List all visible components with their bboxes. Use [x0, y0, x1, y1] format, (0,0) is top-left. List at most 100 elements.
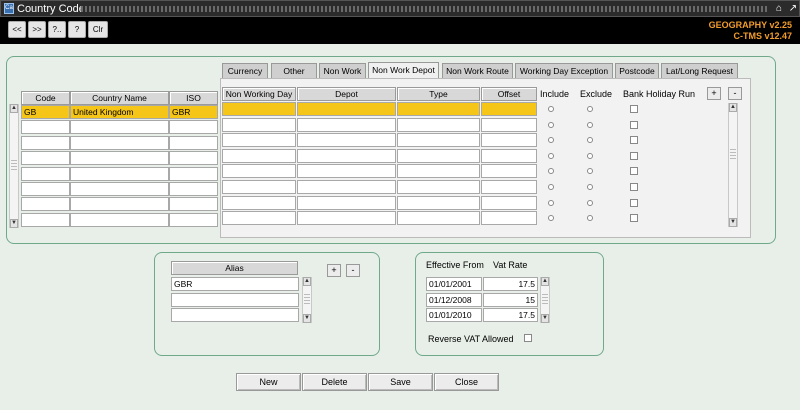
vat-rate-cell[interactable]: 17.5: [483, 308, 538, 322]
non-working-day-cell[interactable]: [222, 117, 296, 132]
type-cell[interactable]: [397, 195, 480, 210]
tab-non-work-depot[interactable]: Non Work Depot: [368, 62, 439, 78]
country-iso-cell[interactable]: [169, 151, 218, 166]
title-bar-grip[interactable]: [81, 6, 767, 12]
offset-cell[interactable]: [481, 164, 537, 179]
non-working-day-cell[interactable]: [222, 211, 296, 226]
scroll-up-icon[interactable]: ▲: [303, 277, 311, 286]
country-name-cell[interactable]: [70, 197, 169, 212]
offset-cell[interactable]: [481, 133, 537, 148]
close-button[interactable]: Close: [434, 373, 499, 391]
country-iso-cell[interactable]: [169, 166, 218, 181]
scroll-up-icon[interactable]: ▲: [10, 104, 18, 113]
save-button[interactable]: Save: [368, 373, 433, 391]
depot-cell[interactable]: [297, 148, 396, 163]
remove-alias-button[interactable]: -: [346, 264, 360, 277]
country-code-cell[interactable]: [21, 135, 70, 150]
scroll-up-icon[interactable]: ▲: [541, 277, 549, 286]
effective-from-cell[interactable]: 01/01/2001: [426, 277, 482, 291]
scroll-down-icon[interactable]: ▼: [303, 314, 311, 323]
tab-lat-long-request[interactable]: Lat/Long Request: [661, 63, 738, 78]
vat-scrollbar[interactable]: ▲ ▼: [540, 277, 550, 323]
country-code-cell[interactable]: [21, 212, 70, 227]
bank-holiday-run-checkbox[interactable]: [630, 120, 638, 129]
restore-icon[interactable]: ⌂: [773, 2, 785, 15]
non-working-day-cell[interactable]: [222, 102, 296, 116]
depot-cell[interactable]: [297, 133, 396, 148]
scroll-grip[interactable]: [542, 294, 548, 304]
bank-holiday-run-checkbox[interactable]: [630, 167, 638, 176]
query-button[interactable]: ?..: [48, 21, 66, 38]
depot-cell[interactable]: [297, 195, 396, 210]
depot-cell[interactable]: [297, 117, 396, 132]
exclude-radio[interactable]: [587, 121, 593, 128]
country-grid-scrollbar[interactable]: ▲ ▼: [9, 104, 19, 228]
country-iso-cell[interactable]: [169, 212, 218, 227]
add-alias-button[interactable]: +: [327, 264, 341, 277]
type-cell[interactable]: [397, 117, 480, 132]
offset-cell[interactable]: [481, 148, 537, 163]
offset-cell[interactable]: [481, 117, 537, 132]
type-cell[interactable]: [397, 133, 480, 148]
exclude-radio[interactable]: [587, 199, 593, 206]
depot-cell[interactable]: [297, 180, 396, 194]
depot-grid-scrollbar[interactable]: ▲ ▼: [728, 103, 738, 227]
vat-rate-cell[interactable]: 17.5: [483, 277, 538, 291]
alias-cell[interactable]: [171, 292, 299, 307]
non-working-day-cell[interactable]: [222, 164, 296, 179]
include-radio[interactable]: [548, 184, 554, 190]
help-button[interactable]: ?: [68, 21, 86, 38]
country-code-cell[interactable]: [21, 151, 70, 166]
bank-holiday-run-checkbox[interactable]: [630, 183, 638, 191]
tab-other[interactable]: Other: [271, 63, 317, 78]
bank-holiday-run-checkbox[interactable]: [630, 214, 638, 223]
offset-cell[interactable]: [481, 211, 537, 226]
country-iso-cell[interactable]: [169, 197, 218, 212]
country-iso-cell[interactable]: [169, 182, 218, 196]
exclude-radio[interactable]: [587, 184, 593, 190]
country-name-cell[interactable]: United Kingdom: [70, 105, 169, 119]
offset-cell[interactable]: [481, 180, 537, 194]
offset-cell[interactable]: [481, 102, 537, 116]
depot-cell[interactable]: [297, 102, 396, 116]
country-iso-cell[interactable]: GBR: [169, 105, 218, 119]
country-iso-cell[interactable]: [169, 120, 218, 135]
scroll-grip[interactable]: [304, 294, 310, 304]
country-name-cell[interactable]: [70, 135, 169, 150]
tab-working-day-exception[interactable]: Working Day Exception: [515, 63, 613, 78]
country-code-cell[interactable]: [21, 197, 70, 212]
reverse-vat-checkbox[interactable]: [524, 334, 532, 342]
country-code-cell[interactable]: GB: [21, 105, 70, 119]
bank-holiday-run-checkbox[interactable]: [630, 105, 638, 113]
exclude-radio[interactable]: [587, 152, 593, 159]
country-code-cell[interactable]: [21, 166, 70, 181]
type-cell[interactable]: [397, 180, 480, 194]
scroll-up-icon[interactable]: ▲: [729, 103, 737, 112]
non-working-day-cell[interactable]: [222, 180, 296, 194]
bank-holiday-run-checkbox[interactable]: [630, 198, 638, 207]
country-name-cell[interactable]: [70, 151, 169, 166]
type-cell[interactable]: [397, 164, 480, 179]
non-working-day-cell[interactable]: [222, 195, 296, 210]
delete-button[interactable]: Delete: [302, 373, 367, 391]
add-depot-row-button[interactable]: +: [707, 87, 721, 100]
tab-postcode[interactable]: Postcode: [615, 63, 659, 78]
alias-cell[interactable]: GBR: [171, 277, 299, 291]
depot-cell[interactable]: [297, 164, 396, 179]
new-button[interactable]: New: [236, 373, 301, 391]
type-cell[interactable]: [397, 148, 480, 163]
remove-depot-row-button[interactable]: -: [728, 87, 742, 100]
first-record-button[interactable]: <<: [8, 21, 26, 38]
scroll-down-icon[interactable]: ▼: [10, 219, 18, 228]
country-iso-cell[interactable]: [169, 135, 218, 150]
alias-scrollbar[interactable]: ▲ ▼: [302, 277, 312, 323]
country-name-cell[interactable]: [70, 120, 169, 135]
type-cell[interactable]: [397, 211, 480, 226]
tab-currency[interactable]: Currency: [222, 63, 268, 78]
non-working-day-cell[interactable]: [222, 133, 296, 148]
non-working-day-cell[interactable]: [222, 148, 296, 163]
scroll-down-icon[interactable]: ▼: [541, 314, 549, 323]
scroll-down-icon[interactable]: ▼: [729, 218, 737, 227]
scroll-grip[interactable]: [730, 149, 736, 159]
tab-non-work[interactable]: Non Work: [319, 63, 366, 78]
